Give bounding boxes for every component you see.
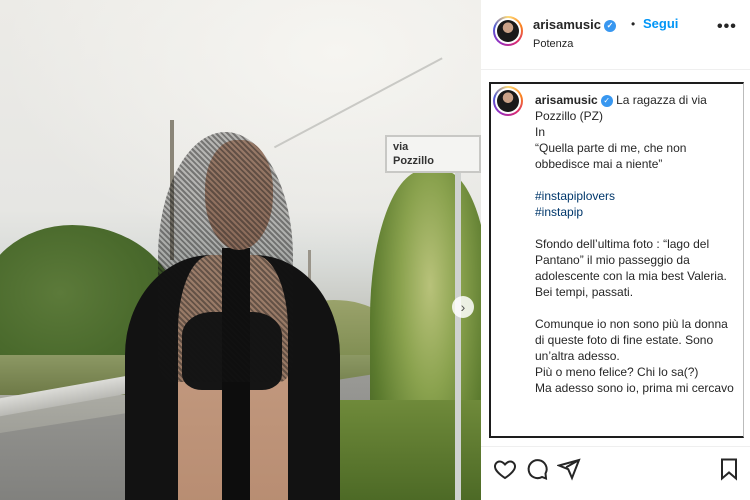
caption-text: arisamusic ✓ La ragazza di via Pozzillo (… bbox=[535, 92, 735, 396]
hashtag-link[interactable]: #instapip bbox=[535, 204, 735, 220]
caption-paragraph-2: Sfondo dell’ultima foto : “lago del Pant… bbox=[535, 237, 727, 299]
woman-veil bbox=[158, 132, 293, 382]
caption-paragraph-3: Comunque io non sono più la donna di que… bbox=[535, 317, 728, 363]
action-bar bbox=[481, 446, 750, 500]
caption-box: arisamusic ✓ La ragazza di via Pozzillo (… bbox=[489, 82, 744, 438]
header-username-text[interactable]: arisamusic bbox=[533, 17, 601, 32]
post-photo[interactable]: via Pozzillo › bbox=[0, 0, 481, 500]
send-icon[interactable] bbox=[555, 457, 583, 483]
post-header: arisamusic ✓ • Segui Potenza ••• bbox=[481, 0, 750, 70]
avatar[interactable] bbox=[493, 16, 523, 46]
verified-badge-icon: ✓ bbox=[603, 19, 616, 32]
separator-dot: • bbox=[631, 17, 636, 31]
road-sign-line1: via bbox=[393, 141, 409, 153]
road-sign: via Pozzillo bbox=[385, 135, 481, 173]
caption-username[interactable]: arisamusic bbox=[535, 93, 598, 107]
bookmark-icon[interactable] bbox=[717, 457, 743, 483]
follow-button[interactable]: Segui bbox=[643, 16, 678, 31]
caption-avatar[interactable] bbox=[493, 86, 523, 116]
road-sign-line2: Pozzillo bbox=[393, 155, 434, 167]
heart-icon[interactable] bbox=[493, 457, 519, 483]
location-link[interactable]: Potenza bbox=[533, 38, 573, 50]
comment-icon[interactable] bbox=[525, 457, 551, 483]
caption-line-2: In bbox=[535, 125, 546, 139]
post-sidebar: arisamusic ✓ • Segui Potenza ••• arisamus… bbox=[481, 0, 750, 500]
caption-paragraph-5: Ma adesso sono io, prima mi cercavo bbox=[535, 381, 734, 395]
verified-badge-icon: ✓ bbox=[600, 94, 613, 107]
sign-pole bbox=[455, 170, 461, 500]
hashtag-link[interactable]: #instapiplovers bbox=[535, 188, 735, 204]
more-options-icon[interactable]: ••• bbox=[717, 18, 737, 36]
header-username[interactable]: arisamusic ✓ bbox=[533, 17, 616, 32]
chevron-right-icon[interactable]: › bbox=[452, 296, 474, 318]
caption-paragraph-4: Più o meno felice? Chi lo sa(?) bbox=[535, 365, 699, 379]
caption-line-3: “Quella parte di me, che non obbedisce m… bbox=[535, 141, 687, 171]
